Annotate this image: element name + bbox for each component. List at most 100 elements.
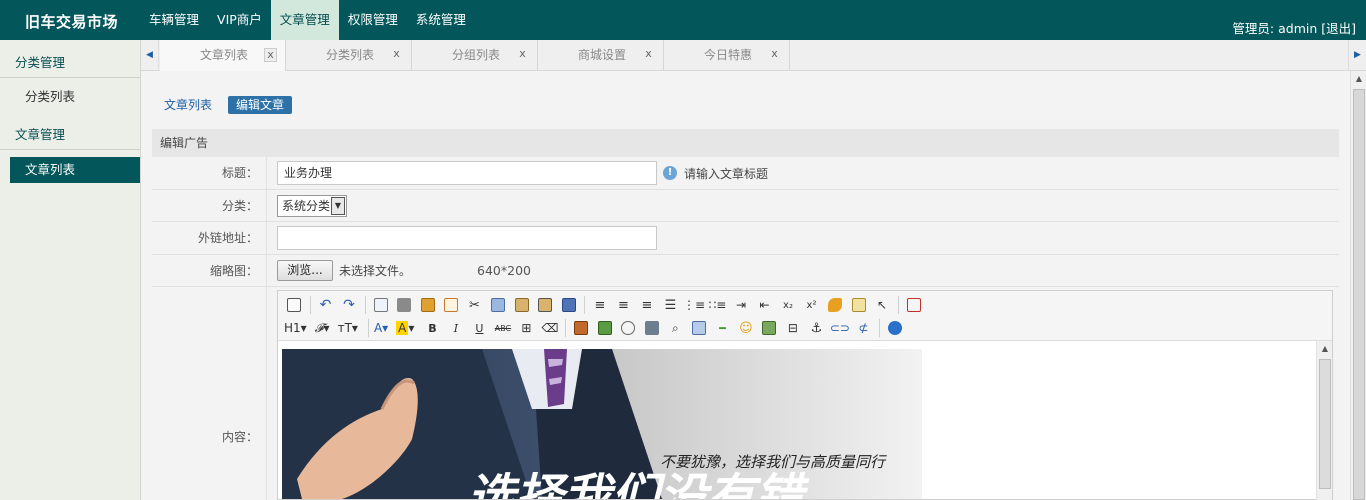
unlink-icon[interactable]: ⊄ xyxy=(853,318,873,338)
strikethrough-icon[interactable]: ABC xyxy=(493,318,513,338)
table-grid-icon[interactable]: ⊞ xyxy=(516,318,536,338)
form-row-thumbnail: 缩略图： 浏览... 未选择文件。 640*200 xyxy=(152,255,1339,287)
editor-scroll-thumb[interactable] xyxy=(1319,359,1331,489)
page-scrollbar[interactable]: ▲ xyxy=(1350,71,1366,500)
unordered-list-icon[interactable]: ∷≡ xyxy=(708,295,728,315)
preview-icon[interactable] xyxy=(371,295,391,315)
horizontal-rule-icon[interactable]: ━ xyxy=(712,318,732,338)
heading-dropdown[interactable]: H1▾ xyxy=(284,318,307,338)
nav-item-system[interactable]: 系统管理 xyxy=(407,0,475,40)
sidebar-group-category[interactable]: 分类管理 xyxy=(0,40,140,78)
editor-content-area[interactable]: 不要犹豫，选择我们与高质量同行 选择我们没有错 xyxy=(282,349,922,499)
sidebar-group-articles[interactable]: 文章管理 xyxy=(0,112,140,150)
form-section-title: 编辑广告 xyxy=(152,129,1339,157)
content-label: 内容： xyxy=(152,287,267,500)
clear-format-icon[interactable] xyxy=(825,295,845,315)
help-icon[interactable] xyxy=(885,318,905,338)
close-icon[interactable]: x xyxy=(390,48,403,62)
tab-group-list[interactable]: 分组列表 x xyxy=(412,40,538,71)
select-all-icon[interactable] xyxy=(849,295,869,315)
tab-label: 今日特惠 xyxy=(704,48,753,62)
highlight-color-icon[interactable]: A ▾ xyxy=(396,318,414,338)
print-icon[interactable] xyxy=(394,295,414,315)
close-icon[interactable]: x xyxy=(516,48,529,62)
tab-scroll-left-icon[interactable]: ◀ xyxy=(141,40,159,71)
tab-scroll-right-icon[interactable]: ▶ xyxy=(1348,40,1366,71)
source-code-icon[interactable] xyxy=(284,295,304,315)
form-row-link: 外链地址： xyxy=(152,222,1339,255)
italic-icon[interactable]: I xyxy=(446,318,466,338)
attachment-icon[interactable]: ⌕ xyxy=(665,318,685,338)
subnav-edit-article-link[interactable]: 编辑文章 xyxy=(228,96,293,114)
close-icon[interactable]: x xyxy=(264,48,277,62)
category-select[interactable]: 系统分类 ▼ xyxy=(277,195,347,217)
close-icon[interactable]: x xyxy=(642,48,655,62)
tab-today-deals[interactable]: 今日特惠 x xyxy=(664,40,790,71)
link-icon[interactable]: ⊂⊃ xyxy=(830,318,850,338)
link-input[interactable] xyxy=(277,226,657,250)
category-selected-value: 系统分类 xyxy=(282,199,331,213)
top-bar: 旧车交易市场 车辆管理 VIP商户 文章管理 权限管理 系统管理 管理员: ad… xyxy=(0,0,1366,40)
form-row-category: 分类： 系统分类 ▼ xyxy=(152,190,1339,222)
scroll-up-icon[interactable]: ▲ xyxy=(1351,71,1366,87)
insert-image-icon[interactable] xyxy=(571,318,591,338)
tab-label: 分组列表 xyxy=(452,48,501,62)
undo-icon[interactable]: ↶ xyxy=(316,295,336,315)
bold-icon[interactable]: B xyxy=(422,318,442,338)
font-size-icon[interactable]: тT▾ xyxy=(338,318,358,338)
ordered-list-icon[interactable]: ⋮≡ xyxy=(683,295,705,315)
anchor-icon[interactable]: ⚓ xyxy=(806,318,826,338)
eraser-icon[interactable]: ⌫ xyxy=(540,318,560,338)
subscript-icon[interactable]: x₂ xyxy=(778,295,798,315)
nav-item-permissions[interactable]: 权限管理 xyxy=(339,0,407,40)
subnav-article-list-link[interactable]: 文章列表 xyxy=(164,96,212,114)
code-icon[interactable] xyxy=(441,295,461,315)
emoticon-icon[interactable]: ☺ xyxy=(736,318,756,338)
cut-icon[interactable]: ✂ xyxy=(465,295,485,315)
font-family-icon[interactable]: 𝓕▾ xyxy=(315,318,330,338)
template-icon[interactable] xyxy=(418,295,438,315)
copy-icon[interactable] xyxy=(488,295,508,315)
cursor-icon[interactable]: ↖ xyxy=(872,295,892,315)
close-icon[interactable]: x xyxy=(768,48,781,62)
nav-item-vip[interactable]: VIP商户 xyxy=(208,0,271,40)
superscript-icon[interactable]: x² xyxy=(802,295,822,315)
align-justify-icon[interactable]: ☰ xyxy=(661,295,681,315)
insert-image-alt-icon[interactable] xyxy=(595,318,615,338)
nav-item-vehicles[interactable]: 车辆管理 xyxy=(140,0,208,40)
underline-icon[interactable]: U xyxy=(469,318,489,338)
tab-mall-settings[interactable]: 商城设置 x xyxy=(538,40,664,71)
align-right-icon[interactable]: ≡ xyxy=(637,295,657,315)
editor-scrollbar[interactable]: ▲ xyxy=(1316,341,1332,500)
insert-table-icon[interactable] xyxy=(689,318,709,338)
tab-label: 商城设置 xyxy=(578,48,627,62)
paste-word-icon[interactable] xyxy=(559,295,579,315)
tab-article-list[interactable]: 文章列表 x xyxy=(160,40,286,71)
indent-icon[interactable]: ⇥ xyxy=(731,295,751,315)
nav-item-articles[interactable]: 文章管理 xyxy=(270,0,339,40)
insert-video-icon[interactable] xyxy=(642,318,662,338)
paste-icon[interactable] xyxy=(512,295,532,315)
thumbnail-label: 缩略图： xyxy=(152,255,267,286)
insert-flash-icon[interactable] xyxy=(618,318,638,338)
align-center-icon[interactable]: ≡ xyxy=(614,295,634,315)
sidebar-item-article-list[interactable]: 文章列表 xyxy=(10,157,140,183)
rich-text-editor: ↶ ↷ ✂ ≡ ≡ ≡ ☰ ⋮≡ ∷≡ ⇥ ⇤ x₂ x² ↖ H1▾ 𝓕▾ т… xyxy=(277,290,1333,500)
sidebar-item-category-list[interactable]: 分类列表 xyxy=(0,78,140,112)
font-color-icon[interactable]: A▾ xyxy=(374,318,388,338)
fullscreen-icon[interactable] xyxy=(904,295,924,315)
insert-map-icon[interactable] xyxy=(759,318,779,338)
title-input[interactable]: 业务办理 xyxy=(277,161,657,185)
heading-label: H1 xyxy=(284,321,301,335)
paste-text-icon[interactable] xyxy=(535,295,555,315)
title-tip: 请输入文章标题 xyxy=(684,166,769,181)
page-scroll-thumb[interactable] xyxy=(1353,89,1365,500)
admin-logout-link[interactable]: 管理员: admin [退出] xyxy=(1232,18,1356,37)
align-left-icon[interactable]: ≡ xyxy=(590,295,610,315)
scroll-up-icon[interactable]: ▲ xyxy=(1317,341,1333,357)
outdent-icon[interactable]: ⇤ xyxy=(755,295,775,315)
page-break-icon[interactable]: ⊟ xyxy=(783,318,803,338)
tab-category-list[interactable]: 分类列表 x xyxy=(286,40,412,71)
browse-file-button[interactable]: 浏览... xyxy=(277,260,333,281)
redo-icon[interactable]: ↷ xyxy=(339,295,359,315)
